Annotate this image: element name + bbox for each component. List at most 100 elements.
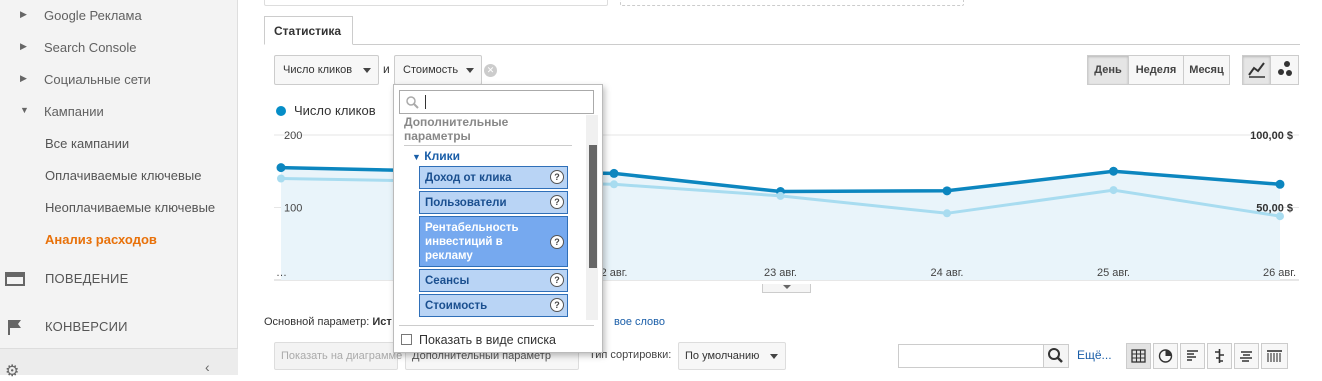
chart-legend: Число кликов <box>276 103 376 118</box>
sidebar-item-google-ads[interactable]: ▶ Google Реклама <box>0 0 238 32</box>
sidebar-item-label: Google Реклама <box>44 8 142 23</box>
dropdown-search-input[interactable] <box>399 90 594 114</box>
dropdown-option[interactable]: Сеансы ? <box>419 269 568 292</box>
table-view-button[interactable] <box>1126 343 1151 369</box>
comparison-icon <box>1215 349 1224 363</box>
chart-resize-handle[interactable] <box>762 284 811 293</box>
data-point <box>609 168 619 178</box>
dropdown-option[interactable]: Рентабельность инвестиций в рекламу ? <box>419 216 568 267</box>
data-point <box>943 209 951 218</box>
sidebar-subitem-organic-keywords[interactable]: Неоплачиваемые ключевые <box>0 192 238 224</box>
collapse-arrow-icon: ▼ <box>20 105 29 115</box>
expand-arrow-icon: ▶ <box>20 73 27 83</box>
show-as-list-checkbox[interactable] <box>401 334 412 345</box>
sidebar-item-label: Оплачиваемые ключевые <box>45 168 202 183</box>
help-icon[interactable]: ? <box>550 273 564 287</box>
table-search-input[interactable] <box>898 344 1045 368</box>
dropdown-scrollbar-thumb[interactable] <box>589 145 597 268</box>
pie-chart-icon <box>1158 349 1173 363</box>
sidebar-item-label: Все кампании <box>45 136 130 151</box>
other-dimension-link[interactable]: вое слово <box>614 316 665 328</box>
gear-icon[interactable]: ⚙ <box>5 361 19 381</box>
bar-list-icon <box>1187 350 1198 361</box>
motion-chart-button[interactable] <box>1270 55 1299 85</box>
flag-icon <box>8 320 21 335</box>
y-left-tick-label: 100 <box>284 203 302 215</box>
sidebar-subitem-all-campaigns[interactable]: Все кампании <box>0 128 238 160</box>
option-label: Стоимость <box>425 300 488 312</box>
dropdown-option[interactable]: Пользователи ? <box>419 191 568 214</box>
collapse-sidebar-icon[interactable]: ‹ <box>205 359 210 375</box>
metric-select-secondary[interactable]: Стоимость <box>394 55 482 85</box>
sidebar-item-social[interactable]: ▶ Социальные сети <box>0 64 238 96</box>
x-tick-label: 23 авг. <box>764 267 797 279</box>
sidebar-subitem-paid-keywords[interactable]: Оплачиваемые ключевые <box>0 160 238 192</box>
search-icon <box>1048 348 1063 363</box>
sidebar-section-conversions[interactable]: КОНВЕРСИИ <box>0 311 238 343</box>
sort-type-value: По умолчанию <box>685 350 760 362</box>
search-button[interactable] <box>1043 344 1069 368</box>
bubble-chart-icon <box>1277 61 1292 76</box>
primary-dimension-value[interactable]: Ист <box>372 316 391 328</box>
pivot-view-button[interactable] <box>1261 343 1288 369</box>
sidebar-section-label: КОНВЕРСИИ <box>45 319 128 334</box>
help-icon[interactable]: ? <box>550 170 564 184</box>
divider <box>399 325 594 326</box>
legend-dot <box>276 106 286 116</box>
sort-type-select[interactable]: По умолчанию <box>678 342 786 370</box>
period-week-button[interactable]: Неделя <box>1128 55 1184 85</box>
sidebar-item-label: Кампании <box>44 104 104 119</box>
dropdown-category-clicks[interactable]: ▼ Клики <box>412 149 460 163</box>
dropdown-option[interactable]: Доход от клика ? <box>419 166 568 189</box>
metric-select-primary[interactable]: Число кликов <box>274 55 379 85</box>
chevron-down-icon <box>770 354 778 359</box>
tab-statistics[interactable]: Статистика <box>264 16 353 45</box>
more-link[interactable]: Ещё... <box>1077 348 1112 362</box>
line-chart-button[interactable] <box>1242 55 1271 85</box>
primary-dimension: Основной параметр: Ист <box>264 316 392 328</box>
y-right-tick-label: 50,00 $ <box>1256 203 1293 215</box>
dropdown-group-title: Дополнительные параметры <box>404 115 509 143</box>
segment-field[interactable] <box>264 0 608 6</box>
add-segment-field[interactable] <box>620 0 964 6</box>
remove-metric-icon[interactable]: ✕ <box>484 64 497 77</box>
period-day-button[interactable]: День <box>1087 55 1129 85</box>
term-cloud-view-button[interactable] <box>1234 343 1259 369</box>
x-tick-label: … <box>276 267 287 279</box>
pivot-icon <box>1267 350 1282 362</box>
expand-arrow-icon: ▶ <box>20 9 27 19</box>
help-icon[interactable]: ? <box>550 235 564 249</box>
help-icon[interactable]: ? <box>550 298 564 312</box>
chevron-down-icon <box>783 285 791 289</box>
data-point <box>942 186 952 196</box>
data-point <box>277 174 285 183</box>
category-label: Клики <box>424 149 460 163</box>
comparison-view-button[interactable] <box>1207 343 1232 369</box>
sidebar-item-label: Социальные сети <box>44 72 151 87</box>
help-icon[interactable]: ? <box>550 195 564 209</box>
plot-rows-button[interactable]: Показать на диаграмме <box>274 342 402 370</box>
x-tick-label: 26 авг. <box>1263 267 1296 279</box>
sidebar-subitem-cost-analysis[interactable]: Анализ расходов <box>0 224 238 256</box>
option-label: Рентабельность инвестиций в рекламу <box>425 222 519 262</box>
metric-dropdown-panel: Дополнительные параметры ▼ Клики Доход о… <box>393 84 603 353</box>
term-cloud-icon <box>1240 351 1252 362</box>
x-tick-label: 24 авг. <box>931 267 964 279</box>
dropdown-option[interactable]: Стоимость ? <box>419 294 568 317</box>
sidebar: ▶ Google Реклама ▶ Search Console ▶ Соци… <box>0 0 238 380</box>
sidebar-item-campaigns[interactable]: ▼ Кампании <box>0 96 238 128</box>
data-point <box>1109 186 1118 195</box>
sidebar-item-search-console[interactable]: ▶ Search Console <box>0 32 238 64</box>
sidebar-section-behavior[interactable]: ПОВЕДЕНИЕ <box>0 263 238 295</box>
performance-view-button[interactable] <box>1180 343 1205 369</box>
pie-view-button[interactable] <box>1153 343 1178 369</box>
data-point <box>610 180 618 189</box>
y-left-tick-label: 200 <box>284 130 302 142</box>
legend-label: Число кликов <box>294 103 376 118</box>
line-chart-icon <box>1247 62 1265 78</box>
sidebar-item-label: Анализ расходов <box>45 232 157 247</box>
tab-divider <box>264 44 1300 45</box>
metric-select-label: Число кликов <box>283 64 353 76</box>
period-month-button[interactable]: Месяц <box>1183 55 1230 85</box>
show-as-list-label[interactable]: Показать в виде списка <box>419 333 556 347</box>
